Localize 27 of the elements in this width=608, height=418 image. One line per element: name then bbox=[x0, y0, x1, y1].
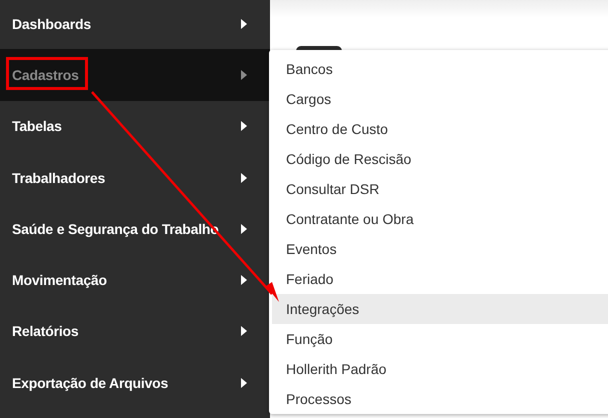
menu-item[interactable]: Consultar DSR bbox=[272, 174, 608, 204]
caret-icon bbox=[241, 172, 247, 183]
menu-item[interactable]: Função bbox=[272, 324, 608, 354]
caret-icon bbox=[241, 378, 247, 388]
sidebar-item[interactable]: Dashboards bbox=[0, 0, 270, 50]
menu-item[interactable]: Contratante ou Obra bbox=[272, 204, 608, 234]
sidebar-item[interactable]: Relatórios bbox=[0, 306, 270, 358]
sidebar-item[interactable]: Cadastros bbox=[0, 49, 270, 101]
menu-item[interactable]: Código de Rescisão bbox=[272, 144, 608, 174]
caret-icon bbox=[241, 18, 247, 29]
menu-item[interactable]: Hollerith Padrão bbox=[272, 354, 608, 384]
sidebar-item[interactable]: Tabelas bbox=[0, 100, 270, 152]
caret-icon bbox=[241, 326, 247, 336]
menu-item[interactable]: Feriado bbox=[272, 264, 608, 294]
sidebar-item[interactable]: Movimentação bbox=[0, 254, 270, 306]
menu-item[interactable]: Bancos bbox=[272, 54, 608, 84]
caret-icon bbox=[241, 275, 247, 286]
sidebar-item[interactable]: Exportação de Arquivos bbox=[0, 357, 270, 408]
caret-icon bbox=[241, 224, 247, 234]
menu-item[interactable]: Centro de Custo bbox=[272, 114, 608, 144]
caret-icon bbox=[241, 121, 247, 132]
menu-item[interactable]: Integrações bbox=[272, 294, 608, 324]
menu-item[interactable]: Processos bbox=[272, 384, 608, 414]
sidebar-item[interactable]: Trabalhadores bbox=[0, 152, 270, 204]
caret-icon bbox=[241, 70, 247, 80]
menu-item[interactable]: Cargos bbox=[272, 84, 608, 114]
menu-item[interactable]: Eventos bbox=[272, 234, 608, 264]
